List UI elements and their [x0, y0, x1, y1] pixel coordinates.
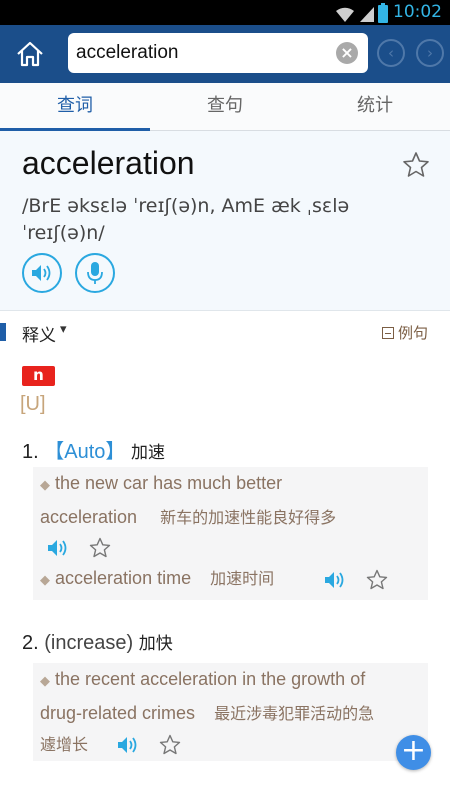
example-sentence: ◆ the recent acceleration in the growth … — [40, 669, 365, 690]
example-english: acceleration — [40, 507, 138, 527]
tab-lookup-word[interactable]: 查词 — [0, 83, 150, 131]
status-time: 10:02 — [393, 2, 442, 22]
sense-heading: 2. (increase) 加快 — [22, 629, 173, 655]
star-icon[interactable] — [402, 151, 430, 179]
bullet-icon: ◆ — [40, 477, 50, 492]
search-input[interactable] — [76, 33, 326, 73]
section-marker — [0, 323, 6, 341]
search-box: × — [68, 33, 368, 73]
plus-icon[interactable]: + — [396, 735, 431, 770]
battery-icon — [378, 3, 388, 23]
microphone-icon — [87, 262, 103, 284]
bullet-icon: ◆ — [40, 673, 50, 688]
example-chinese: 遽增长 — [40, 735, 89, 754]
toggle-examples-label: 例句 — [397, 324, 428, 342]
example-sentence-continued: 遽增长 — [40, 731, 88, 755]
collapse-icon — [381, 326, 394, 339]
example-english: the recent acceleration in the growth of — [55, 669, 366, 689]
back-arrow-icon[interactable]: ‹ — [377, 39, 405, 67]
tab-bar: 查词 查句 统计 — [0, 83, 450, 131]
headword: acceleration — [22, 145, 195, 181]
section-title[interactable]: 释义 — [22, 321, 56, 346]
definition-section-header: 释义 ▾ 例句 — [0, 318, 450, 348]
toggle-examples-button[interactable]: 例句 — [381, 322, 428, 343]
sense-meaning: 加快 — [138, 634, 173, 654]
sense-heading: 1. 【Auto】 加速 — [22, 435, 165, 464]
speaker-icon — [32, 265, 51, 281]
sense-domain-label[interactable]: 【Auto】 — [44, 441, 125, 463]
example-list: ◆ the recent acceleration in the growth … — [33, 663, 428, 761]
forward-arrow-icon[interactable]: › — [416, 39, 444, 67]
example-chinese: 加速时间 — [210, 569, 275, 588]
sense-gloss-label: (increase) — [44, 632, 134, 654]
word-card: acceleration /BrE əksɛlə ˈreɪʃ(ə)n, AmE … — [0, 131, 450, 311]
phonetic-transcription: /BrE əksɛlə ˈreɪʃ(ə)n, AmE æk ˌsɛlə ˈreɪ… — [22, 195, 350, 244]
speaker-icon[interactable] — [323, 570, 349, 590]
speaker-icon[interactable] — [116, 735, 142, 755]
star-icon[interactable] — [366, 569, 388, 591]
search-header: × ‹ › — [0, 25, 450, 83]
home-button[interactable] — [10, 35, 50, 73]
status-bar: 10:02 — [0, 0, 450, 25]
sense-number: 2. — [22, 632, 39, 654]
status-icons — [334, 3, 388, 23]
grammar-code: [U] — [20, 393, 46, 415]
example-english: acceleration time — [55, 568, 192, 588]
example-sentence-continued: drug-related crimes 最近涉毒犯罪活动的急 — [40, 700, 374, 724]
clear-icon[interactable]: × — [336, 42, 358, 64]
example-chinese: 最近涉毒犯罪活动的急 — [214, 704, 375, 723]
bullet-icon: ◆ — [40, 572, 50, 587]
sense-meaning: 加速 — [130, 443, 165, 463]
example-sentence: ◆ the new car has much better — [40, 473, 282, 494]
wifi-icon — [336, 7, 354, 22]
speaker-icon[interactable] — [46, 538, 72, 558]
chevron-down-icon[interactable]: ▾ — [60, 322, 67, 337]
example-list: ◆ the new car has much better accelerati… — [33, 467, 428, 600]
star-icon[interactable] — [159, 734, 181, 756]
pronounce-button[interactable] — [22, 253, 62, 293]
example-english: drug-related crimes — [40, 703, 196, 723]
star-icon[interactable] — [89, 537, 111, 559]
example-sentence: ◆ acceleration time 加速时间 — [40, 565, 274, 589]
example-english: the new car has much better — [55, 473, 283, 493]
tab-lookup-sentence[interactable]: 查句 — [150, 83, 300, 130]
example-sentence-continued: acceleration 新车的加速性能良好得多 — [40, 504, 336, 528]
home-icon — [17, 41, 43, 67]
example-chinese: 新车的加速性能良好得多 — [160, 508, 337, 527]
signal-icon — [360, 7, 374, 22]
tab-statistics[interactable]: 统计 — [300, 83, 450, 130]
part-of-speech-badge: n — [22, 366, 55, 386]
sense-number: 1. — [22, 441, 39, 463]
record-button[interactable] — [75, 253, 115, 293]
